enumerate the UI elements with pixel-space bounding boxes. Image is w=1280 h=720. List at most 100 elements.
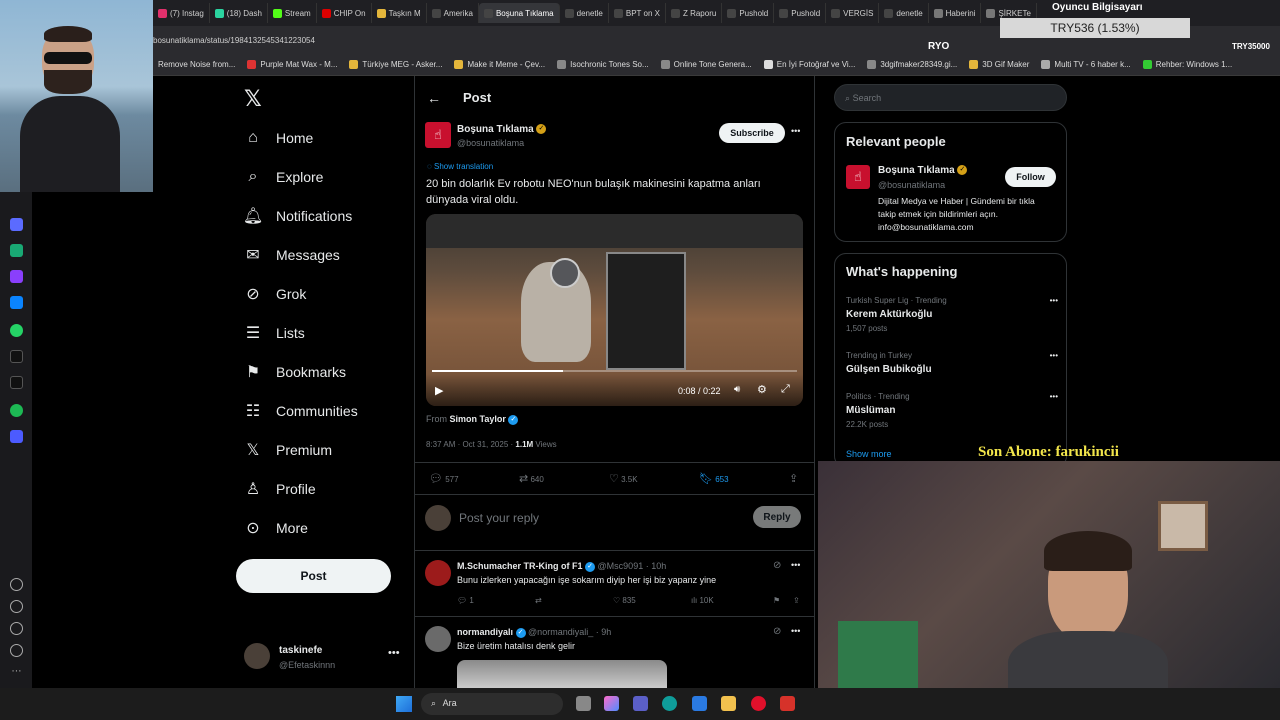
spotify-icon[interactable] bbox=[10, 404, 23, 417]
bookmark-item[interactable]: Türkiye MEG - Asker... bbox=[349, 60, 442, 69]
store-icon[interactable] bbox=[692, 696, 707, 711]
bookmark-icon[interactable]: ⚑ bbox=[773, 596, 793, 605]
bookmark-item[interactable]: Purple Mat Wax - M... bbox=[247, 60, 337, 69]
browser-tab[interactable]: denetle bbox=[879, 3, 929, 23]
account-switcher[interactable]: taskinefe @Efetaskinnn ••• bbox=[244, 643, 404, 673]
settings-icon[interactable] bbox=[10, 622, 23, 635]
bookmark-item[interactable]: Online Tone Genera... bbox=[660, 60, 752, 69]
more-options-icon[interactable]: ••• bbox=[1050, 392, 1058, 401]
nav-messages[interactable]: ✉ Messages bbox=[244, 242, 404, 268]
more-icon[interactable]: ⋯ bbox=[10, 666, 23, 679]
browser-tab[interactable]: Pushold bbox=[722, 3, 775, 23]
browser-tab[interactable]: Pushold bbox=[774, 3, 827, 23]
author-name-row[interactable]: Boşuna Tıklama ✓ bbox=[457, 124, 547, 135]
tiktok-icon[interactable] bbox=[10, 350, 23, 363]
repost-action[interactable]: ⇄ bbox=[535, 596, 613, 605]
bookmark-item[interactable]: Remove Noise from... bbox=[158, 60, 235, 69]
person-avatar[interactable]: ☝ bbox=[846, 165, 870, 189]
views-action[interactable]: ılı 10K bbox=[691, 596, 773, 605]
more-options-icon[interactable]: ••• bbox=[1050, 351, 1058, 360]
show-translation-link[interactable]: ◌ Show translation bbox=[427, 162, 493, 171]
browser-tab[interactable]: CHIP On bbox=[317, 3, 372, 23]
browser-tab[interactable]: Stream bbox=[268, 3, 317, 23]
like-action[interactable]: ♡ 3.5K bbox=[609, 472, 699, 485]
back-arrow-icon[interactable]: ← bbox=[427, 90, 441, 106]
reply-author[interactable]: M.Schumacher TR-King of F1 bbox=[457, 561, 583, 571]
copilot-icon[interactable] bbox=[604, 696, 619, 711]
reply-tweet[interactable]: normandiyalı ✓ @normandiyali_ · 9h ⊘ •••… bbox=[415, 616, 814, 688]
like-action[interactable]: ♡ 835 bbox=[613, 596, 691, 605]
nav-communities[interactable]: ☷ Communities bbox=[244, 398, 404, 424]
nav-more[interactable]: ⊙ More bbox=[244, 515, 404, 541]
more-options-icon[interactable]: ••• bbox=[791, 626, 800, 636]
bookmark-item[interactable]: Isochronic Tones So... bbox=[557, 60, 649, 69]
browser-tab[interactable]: Z Raporu bbox=[666, 3, 723, 23]
windows-start-icon[interactable] bbox=[396, 696, 412, 712]
search-box[interactable]: ⌕ Search bbox=[834, 84, 1067, 111]
bookmark-item[interactable]: En İyi Fotoğraf ve Vi... bbox=[763, 60, 855, 69]
app-icon[interactable] bbox=[10, 218, 23, 231]
compose-post-button[interactable]: Post bbox=[236, 559, 391, 593]
share-icon[interactable]: ⇪ bbox=[789, 472, 798, 485]
bookmark-item[interactable]: Make it Meme - Çev... bbox=[454, 60, 545, 69]
play-icon[interactable]: ▶ bbox=[435, 384, 443, 397]
browser-tab[interactable]: BPT on X bbox=[609, 3, 666, 23]
file-explorer-icon[interactable] bbox=[721, 696, 736, 711]
trend-item[interactable]: Turkish Super Lig · Trending Kerem Aktür… bbox=[846, 296, 1058, 336]
more-options-icon[interactable]: ••• bbox=[1050, 296, 1058, 305]
volume-icon[interactable]: 🔊︎ bbox=[734, 384, 740, 395]
bookmark-item[interactable]: 3D Gif Maker bbox=[969, 60, 1029, 69]
browser-tab[interactable]: denetle bbox=[560, 3, 609, 23]
messenger-icon[interactable] bbox=[10, 296, 23, 309]
heart-icon[interactable] bbox=[10, 578, 23, 591]
settings-gear-icon[interactable]: ⚙ bbox=[757, 383, 767, 396]
nav-explore[interactable]: ⌕ Explore bbox=[244, 164, 404, 190]
source-name[interactable]: Simon Taylor bbox=[450, 414, 506, 424]
app-icon[interactable] bbox=[10, 430, 23, 443]
nav-bookmarks[interactable]: ⚑ Bookmarks bbox=[244, 359, 404, 385]
opera-icon[interactable] bbox=[751, 696, 766, 711]
more-horizontal-icon[interactable]: ••• bbox=[388, 647, 400, 659]
whatsapp-icon[interactable] bbox=[10, 324, 23, 337]
reply-tweet[interactable]: M.Schumacher TR-King of F1 ✓ @Msc9091 · … bbox=[415, 550, 814, 614]
browser-tab[interactable]: (7) Instag bbox=[153, 3, 210, 23]
nav-grok[interactable]: ⊘ Grok bbox=[244, 281, 404, 307]
teams-icon[interactable] bbox=[633, 696, 648, 711]
chatgpt-icon[interactable] bbox=[10, 244, 23, 257]
browser-tab[interactable]: Haberini bbox=[929, 3, 982, 23]
bookmark-item[interactable]: Multi TV - 6 haber k... bbox=[1041, 60, 1131, 69]
post-timestamp[interactable]: 8:37 AM · Oct 31, 2025 · bbox=[426, 440, 515, 449]
trend-item[interactable]: Politics · Trending Müslüman 22.2K posts… bbox=[846, 392, 1058, 432]
nav-profile[interactable]: ♙ Profile bbox=[244, 476, 404, 502]
bookmark-item[interactable]: Rehber: Windows 1... bbox=[1142, 60, 1232, 69]
nav-lists[interactable]: ☰ Lists bbox=[244, 320, 404, 346]
task-view-icon[interactable] bbox=[576, 696, 591, 711]
reply-input[interactable]: Post your reply bbox=[459, 511, 739, 525]
taskbar-search[interactable]: ⌕ Ara bbox=[421, 693, 563, 715]
reply-action[interactable]: 💬︎ 1 bbox=[457, 596, 535, 605]
x-logo-icon[interactable]: 𝕏 bbox=[244, 86, 262, 112]
follow-button[interactable]: Follow bbox=[1005, 167, 1056, 187]
nav-premium[interactable]: 𝕏 Premium bbox=[244, 437, 404, 463]
author-handle[interactable]: @bosunatiklama bbox=[457, 138, 524, 148]
nav-home[interactable]: ⌂ Home bbox=[244, 125, 404, 151]
subscribe-button[interactable]: Subscribe bbox=[719, 123, 785, 143]
browser-tab[interactable]: Taşkın M bbox=[372, 3, 427, 23]
browser-tab[interactable]: VERGİS bbox=[826, 3, 880, 23]
more-options-icon[interactable]: ••• bbox=[791, 560, 800, 570]
browser-tab[interactable]: (18) Dash bbox=[210, 3, 268, 23]
trend-item[interactable]: Trending in Turkey Gülşen Bubikoğlu ••• bbox=[846, 351, 1058, 381]
history-icon[interactable] bbox=[10, 600, 23, 613]
share-icon[interactable]: ⇪ bbox=[793, 596, 800, 605]
lightbulb-icon[interactable] bbox=[10, 644, 23, 657]
video-player[interactable]: ▶ 0:08 / 0:22 🔊︎ ⚙ ⤢ bbox=[426, 214, 803, 406]
reply-action[interactable]: 💬︎ 577 bbox=[429, 472, 519, 485]
x-icon[interactable] bbox=[10, 376, 23, 389]
repost-action[interactable]: ⇄ 640 bbox=[519, 472, 609, 485]
grok-icon[interactable]: ⊘ bbox=[773, 626, 781, 637]
app-icon[interactable] bbox=[10, 270, 23, 283]
video-progress-track[interactable] bbox=[432, 370, 797, 372]
author-avatar[interactable]: ☝ bbox=[425, 122, 451, 148]
fullscreen-icon[interactable]: ⤢ bbox=[781, 383, 790, 396]
bookmark-item[interactable]: 3dgifmaker28349.gi... bbox=[867, 60, 957, 69]
